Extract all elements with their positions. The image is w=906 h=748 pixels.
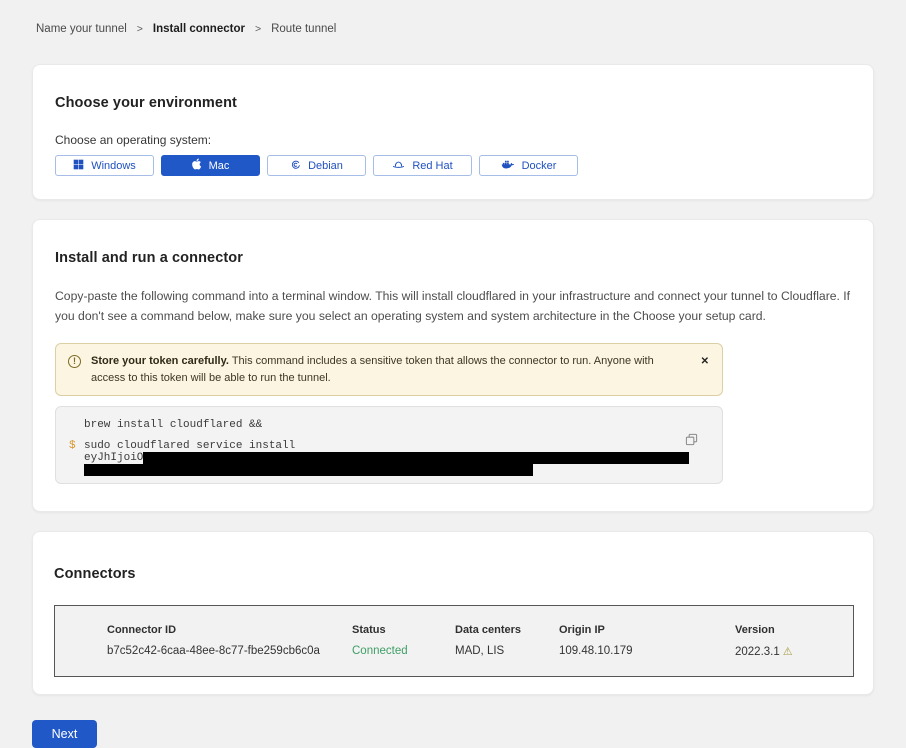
breadcrumb-name-your-tunnel[interactable]: Name your tunnel: [36, 23, 127, 35]
connectors-table-header: Connector ID Status Data centers Origin …: [107, 624, 853, 636]
debian-icon: [290, 159, 301, 173]
connectors-card: Connectors Connector ID Status Data cent…: [32, 531, 874, 695]
token-warning-banner: ! Store your token carefully. This comma…: [55, 343, 723, 396]
token-warning-title: Store your token carefully.: [91, 355, 229, 367]
install-card-title: Install and run a connector: [55, 250, 851, 266]
alert-icon: !: [68, 355, 81, 368]
table-row: b7c52c42-6caa-48ee-8c77-fbe259cb6c0a Con…: [107, 645, 853, 658]
environment-card-title: Choose your environment: [55, 95, 851, 111]
next-button[interactable]: Next: [32, 720, 97, 748]
column-data-centers: Data centers: [455, 624, 559, 636]
breadcrumb-route-tunnel[interactable]: Route tunnel: [271, 23, 336, 35]
redacted-token-bar: [143, 452, 689, 464]
breadcrumb-install-connector[interactable]: Install connector: [153, 23, 245, 35]
windows-icon: [73, 159, 84, 173]
token-prefix: eyJhIjoiO: [84, 452, 143, 464]
os-button-mac[interactable]: Mac: [161, 155, 260, 176]
os-button-label: Debian: [308, 160, 343, 172]
column-version: Version: [735, 624, 775, 636]
breadcrumb-separator: >: [255, 23, 261, 35]
data-centers-value: MAD, LIS: [455, 645, 559, 658]
os-button-docker[interactable]: Docker: [479, 155, 578, 176]
breadcrumb-separator: >: [137, 23, 143, 35]
warning-triangle-icon: ⚠: [783, 646, 793, 658]
version-value: 2022.3.1⚠: [735, 645, 793, 658]
os-button-label: Mac: [209, 160, 230, 172]
token-line: eyJhIjoiO: [84, 452, 694, 464]
os-button-label: Docker: [522, 160, 557, 172]
redhat-icon: [392, 159, 405, 173]
redacted-token-bar: [84, 464, 533, 476]
os-button-debian[interactable]: Debian: [267, 155, 366, 176]
shell-prompt: $: [69, 440, 76, 452]
status-badge: Connected: [352, 645, 455, 658]
command-code-block: brew install cloudflared && $ sudo cloud…: [55, 406, 723, 484]
column-status: Status: [352, 624, 455, 636]
command-line-1: brew install cloudflared &&: [84, 419, 694, 431]
close-icon[interactable]: ✕: [701, 357, 709, 367]
version-number: 2022.3.1: [735, 646, 780, 658]
command-group: $ sudo cloudflared service install eyJhI…: [84, 440, 694, 476]
apple-icon: [192, 158, 202, 173]
origin-ip-value: 109.48.10.179: [559, 645, 735, 658]
column-connector-id: Connector ID: [107, 624, 352, 636]
os-button-group: Windows Mac Debian Red Hat Docker: [55, 155, 851, 176]
connector-id-value: b7c52c42-6caa-48ee-8c77-fbe259cb6c0a: [107, 645, 352, 658]
os-select-label: Choose an operating system:: [55, 133, 851, 147]
environment-card: Choose your environment Choose an operat…: [32, 64, 874, 200]
docker-icon: [501, 159, 515, 173]
connectors-card-title: Connectors: [54, 566, 852, 582]
os-button-redhat[interactable]: Red Hat: [373, 155, 472, 176]
column-origin-ip: Origin IP: [559, 624, 735, 636]
breadcrumb: Name your tunnel > Install connector > R…: [0, 0, 906, 35]
token-warning-text: Store your token carefully. This command…: [91, 353, 682, 386]
os-button-windows[interactable]: Windows: [55, 155, 154, 176]
copy-icon[interactable]: [685, 433, 698, 449]
os-button-label: Red Hat: [412, 160, 452, 172]
install-description: Copy-paste the following command into a …: [55, 286, 851, 326]
command-line-2: sudo cloudflared service install: [84, 440, 694, 452]
connectors-table: Connector ID Status Data centers Origin …: [54, 605, 854, 677]
install-card: Install and run a connector Copy-paste t…: [32, 219, 874, 512]
os-button-label: Windows: [91, 160, 136, 172]
